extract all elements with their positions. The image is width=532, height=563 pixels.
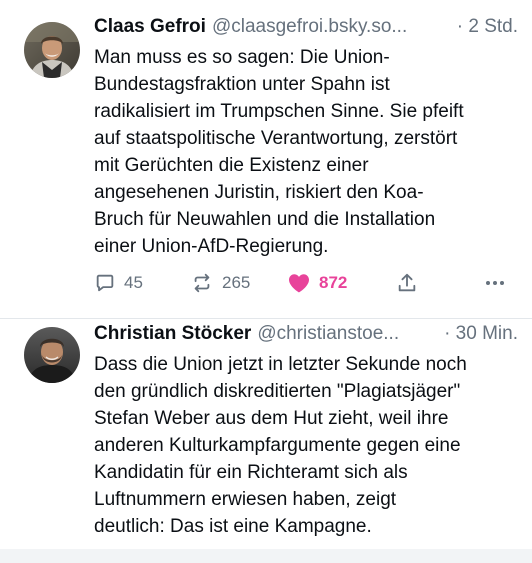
post-text-line: Man muss es so sagen: Die Union- <box>94 47 390 68</box>
post-text-line: Bundestagsfraktion unter Spahn ist <box>94 74 390 95</box>
feed-bottom-band <box>0 549 532 563</box>
post-timestamp[interactable]: · 2 Std. <box>457 14 518 40</box>
post-text-line: den gründlich diskreditierten "Plagiatsj… <box>94 381 461 402</box>
reply-button[interactable]: 45 <box>94 268 143 298</box>
repost-button[interactable]: 265 <box>190 268 250 298</box>
post-text-line: deutlich: Das ist eine Kampagne. <box>94 516 372 537</box>
post-text: Man muss es so sagen: Die Union- Bundest… <box>94 44 518 260</box>
post-actions: 45 265 872 <box>94 268 514 298</box>
post-text-line: einer Union-AfD-Regierung. <box>94 236 329 257</box>
share-icon <box>398 273 416 292</box>
author-avatar[interactable] <box>24 22 80 78</box>
post-text-line: Dass die Union jetzt in letzter Sekunde … <box>94 354 467 375</box>
more-options-button[interactable] <box>483 268 507 298</box>
post-text-line: radikalisiert im Trumpschen Sinne. Sie p… <box>94 101 464 122</box>
post-text-line: Bruch für Neuwahlen und die Installation <box>94 209 436 230</box>
post-text-line: Stefan Weber aus dem Hut zieht, weil ihr… <box>94 408 449 429</box>
repost-count: 265 <box>222 273 251 292</box>
ellipsis-icon <box>486 281 504 285</box>
post-text-line: Luftnummern erwiesen haben, zeigt <box>94 489 397 510</box>
reply-icon <box>96 274 114 292</box>
person-photo-icon <box>24 327 80 383</box>
post-claas-gefroi[interactable]: Claas Gefroi @claasgefroi.bsky.so... · 2… <box>0 0 532 318</box>
like-count: 872 <box>319 273 348 292</box>
post-text-line: Kandidatin für ein Richteramt sich als <box>94 462 408 483</box>
author-name[interactable]: Claas Gefroi <box>94 14 206 40</box>
author-avatar[interactable] <box>24 327 80 383</box>
post-text-line: mit Gerüchten die Existenz einer <box>94 155 369 176</box>
post-text-line: angesehenen Juristin, riskiert den Koa- <box>94 182 424 203</box>
post-header: Claas Gefroi @claasgefroi.bsky.so... · 2… <box>94 14 518 40</box>
author-name[interactable]: Christian Stöcker <box>94 321 251 347</box>
post-text-line: anderen Kulturkampfargumente gegen eine <box>94 435 461 456</box>
heart-icon <box>289 274 309 293</box>
post-timestamp[interactable]: · 30 Min. <box>444 321 518 347</box>
person-photo-icon <box>24 22 80 78</box>
author-handle[interactable]: @christianstoe... <box>257 321 438 347</box>
post-christian-stoecker[interactable]: Christian Stöcker @christianstoe... · 30… <box>0 319 532 549</box>
post-header: Christian Stöcker @christianstoe... · 30… <box>94 321 518 347</box>
share-button[interactable] <box>396 268 418 298</box>
reply-count: 45 <box>124 273 143 292</box>
repost-icon <box>194 273 210 293</box>
like-button[interactable]: 872 <box>287 268 347 298</box>
post-text: Dass die Union jetzt in letzter Sekunde … <box>94 351 518 540</box>
author-handle[interactable]: @claasgefroi.bsky.so... <box>212 14 451 40</box>
post-text-line: auf staatspolitische Verantwortung, zers… <box>94 128 458 149</box>
